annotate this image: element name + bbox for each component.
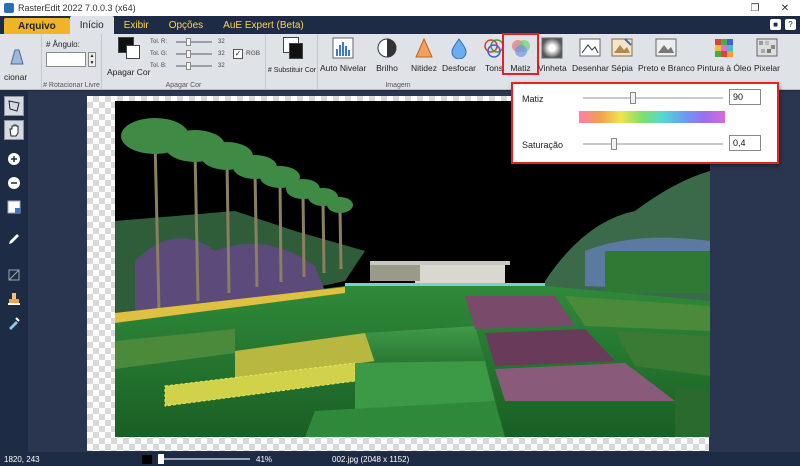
close-window-button[interactable]: ✕ — [770, 0, 800, 16]
image-group-label: Imagem — [385, 82, 411, 89]
tones-icon — [483, 37, 505, 59]
vignette-button[interactable]: Vinheta — [538, 37, 567, 73]
stamp-tool[interactable] — [4, 289, 24, 309]
hue-label: Matiz — [522, 94, 544, 104]
hue-popup: Matiz 90 Saturação 0,4 — [511, 82, 779, 164]
saturation-label: Saturação — [522, 140, 564, 150]
hue-icon — [510, 37, 532, 59]
tol-b-label: Tol. B: — [150, 63, 167, 69]
window-controls: ❐ ✕ — [740, 0, 800, 16]
erase-group-label: Apagar Cor — [165, 82, 202, 89]
tones-button[interactable]: Tons — [483, 37, 505, 73]
restore-window-button[interactable]: ❐ — [740, 0, 770, 16]
menu-bar: Arquivo Início Exibir Opções AuE Expert … — [0, 16, 800, 34]
stamp-icon — [8, 293, 20, 305]
tab-aue-expert[interactable]: AuE Expert (Beta) — [213, 16, 314, 34]
tab-exibir[interactable]: Exibir — [114, 16, 159, 34]
pixelate-button[interactable]: Pixelar — [754, 37, 780, 73]
brightness-icon — [376, 37, 398, 59]
hue-button[interactable]: Matiz — [502, 33, 539, 75]
hue-slider[interactable] — [583, 92, 723, 104]
window-title: RasterEdit 2022 7.0.0.3 (x64) — [18, 3, 136, 13]
tab-opcoes[interactable]: Opções — [159, 16, 213, 34]
substitute-color-button[interactable]: # Substituir Cor — [266, 37, 318, 74]
save-icon[interactable]: ■ — [770, 19, 781, 30]
crop-icon — [8, 269, 20, 281]
zoom-in-icon — [8, 153, 20, 165]
status-bar: 1820, 243 41% 002.jpg (2048 x 1152) — [0, 452, 800, 466]
color-swatch-icon — [116, 37, 142, 63]
angle-spinner[interactable]: ▲ ▼ — [88, 52, 96, 67]
zoom-level: 41% — [256, 454, 273, 464]
tol-g-label: Tol. G: — [150, 51, 168, 57]
help-icon[interactable]: ? — [785, 19, 796, 30]
histogram-icon — [332, 37, 354, 59]
cursor-coordinates: 1820, 243 — [4, 454, 40, 464]
black-white-button[interactable]: Preto e Branco — [638, 37, 695, 73]
black-white-icon — [655, 37, 677, 59]
sharpen-button[interactable]: Nitidez — [411, 37, 437, 73]
tab-arquivo[interactable]: Arquivo — [4, 18, 70, 34]
file-info: 002.jpg (2048 x 1152) — [332, 454, 410, 464]
oil-paint-button[interactable]: Pintura à Óleo — [697, 37, 751, 73]
fit-tool[interactable] — [4, 197, 24, 217]
hand-tool[interactable] — [4, 120, 24, 140]
zoom-slider-knob[interactable] — [158, 454, 164, 464]
auto-level-button[interactable]: Auto Nivelar — [320, 37, 366, 73]
tol-r-slider[interactable] — [176, 38, 212, 46]
hand-icon — [9, 124, 19, 137]
brightness-button[interactable]: Brilho — [376, 37, 398, 73]
sharpen-icon — [413, 37, 435, 59]
tol-g-slider[interactable] — [176, 50, 212, 58]
vignette-icon — [541, 37, 563, 59]
fit-icon — [7, 200, 21, 214]
hue-spectrum-bar — [579, 111, 725, 123]
zoom-out-tool[interactable] — [4, 173, 24, 193]
zoom-out-icon — [8, 177, 20, 189]
draw-button[interactable]: Desenhar — [572, 37, 609, 73]
zoom-in-tool[interactable] — [4, 149, 24, 169]
rgb-checkbox[interactable]: ✓ — [233, 49, 243, 59]
group-rotate-button: cionar — [0, 34, 42, 90]
rotate-icon — [5, 46, 27, 68]
group-erase-color: Apagar Cor Tol. R: Tol. G: Tol. B: 32 32… — [102, 34, 266, 90]
substitute-swatch-icon — [279, 37, 305, 63]
group-rotate-free: # Ângulo: ▲ ▼ # Rotacionar Livre — [42, 34, 102, 90]
tol-g-value: 32 — [218, 51, 225, 57]
rotate-group-label: # Rotacionar Livre — [43, 82, 100, 89]
zoom-color-swatch — [142, 455, 152, 464]
eyedropper-tool[interactable] — [4, 313, 24, 333]
pen-icon — [9, 234, 19, 244]
title-bar: RasterEdit 2022 7.0.0.3 (x64) ❐ ✕ — [0, 0, 800, 16]
app-icon — [4, 3, 14, 13]
hue-value-input[interactable]: 90 — [729, 89, 761, 105]
blur-button[interactable]: Desfocar — [442, 37, 476, 73]
angle-input[interactable] — [46, 52, 86, 67]
sepia-icon — [611, 37, 633, 59]
sepia-button[interactable]: Sépia — [611, 37, 633, 73]
select-icon — [8, 100, 20, 112]
tol-r-value: 32 — [218, 39, 225, 45]
tab-inicio[interactable]: Início — [69, 16, 114, 34]
pixelate-icon — [756, 37, 778, 59]
saturation-slider[interactable] — [583, 138, 723, 150]
select-tool[interactable] — [4, 96, 24, 116]
zoom-slider[interactable] — [158, 454, 250, 464]
pen-tool[interactable] — [4, 229, 24, 249]
crop-tool[interactable] — [4, 265, 24, 285]
blur-drop-icon — [448, 37, 470, 60]
angle-label: # Ângulo: — [46, 40, 80, 49]
eyedropper-icon — [9, 317, 20, 330]
saturation-value-input[interactable]: 0,4 — [729, 135, 761, 151]
tol-r-label: Tol. R: — [150, 39, 168, 45]
rgb-label: RGB — [246, 50, 261, 57]
oil-paint-icon — [713, 37, 735, 59]
draw-icon — [579, 37, 601, 59]
tol-b-value: 32 — [218, 63, 225, 69]
erase-color-button[interactable]: Apagar Cor — [107, 37, 150, 77]
rotate-button[interactable]: cionar — [4, 46, 27, 82]
left-toolbar — [0, 91, 28, 452]
tol-b-slider[interactable] — [176, 62, 212, 70]
